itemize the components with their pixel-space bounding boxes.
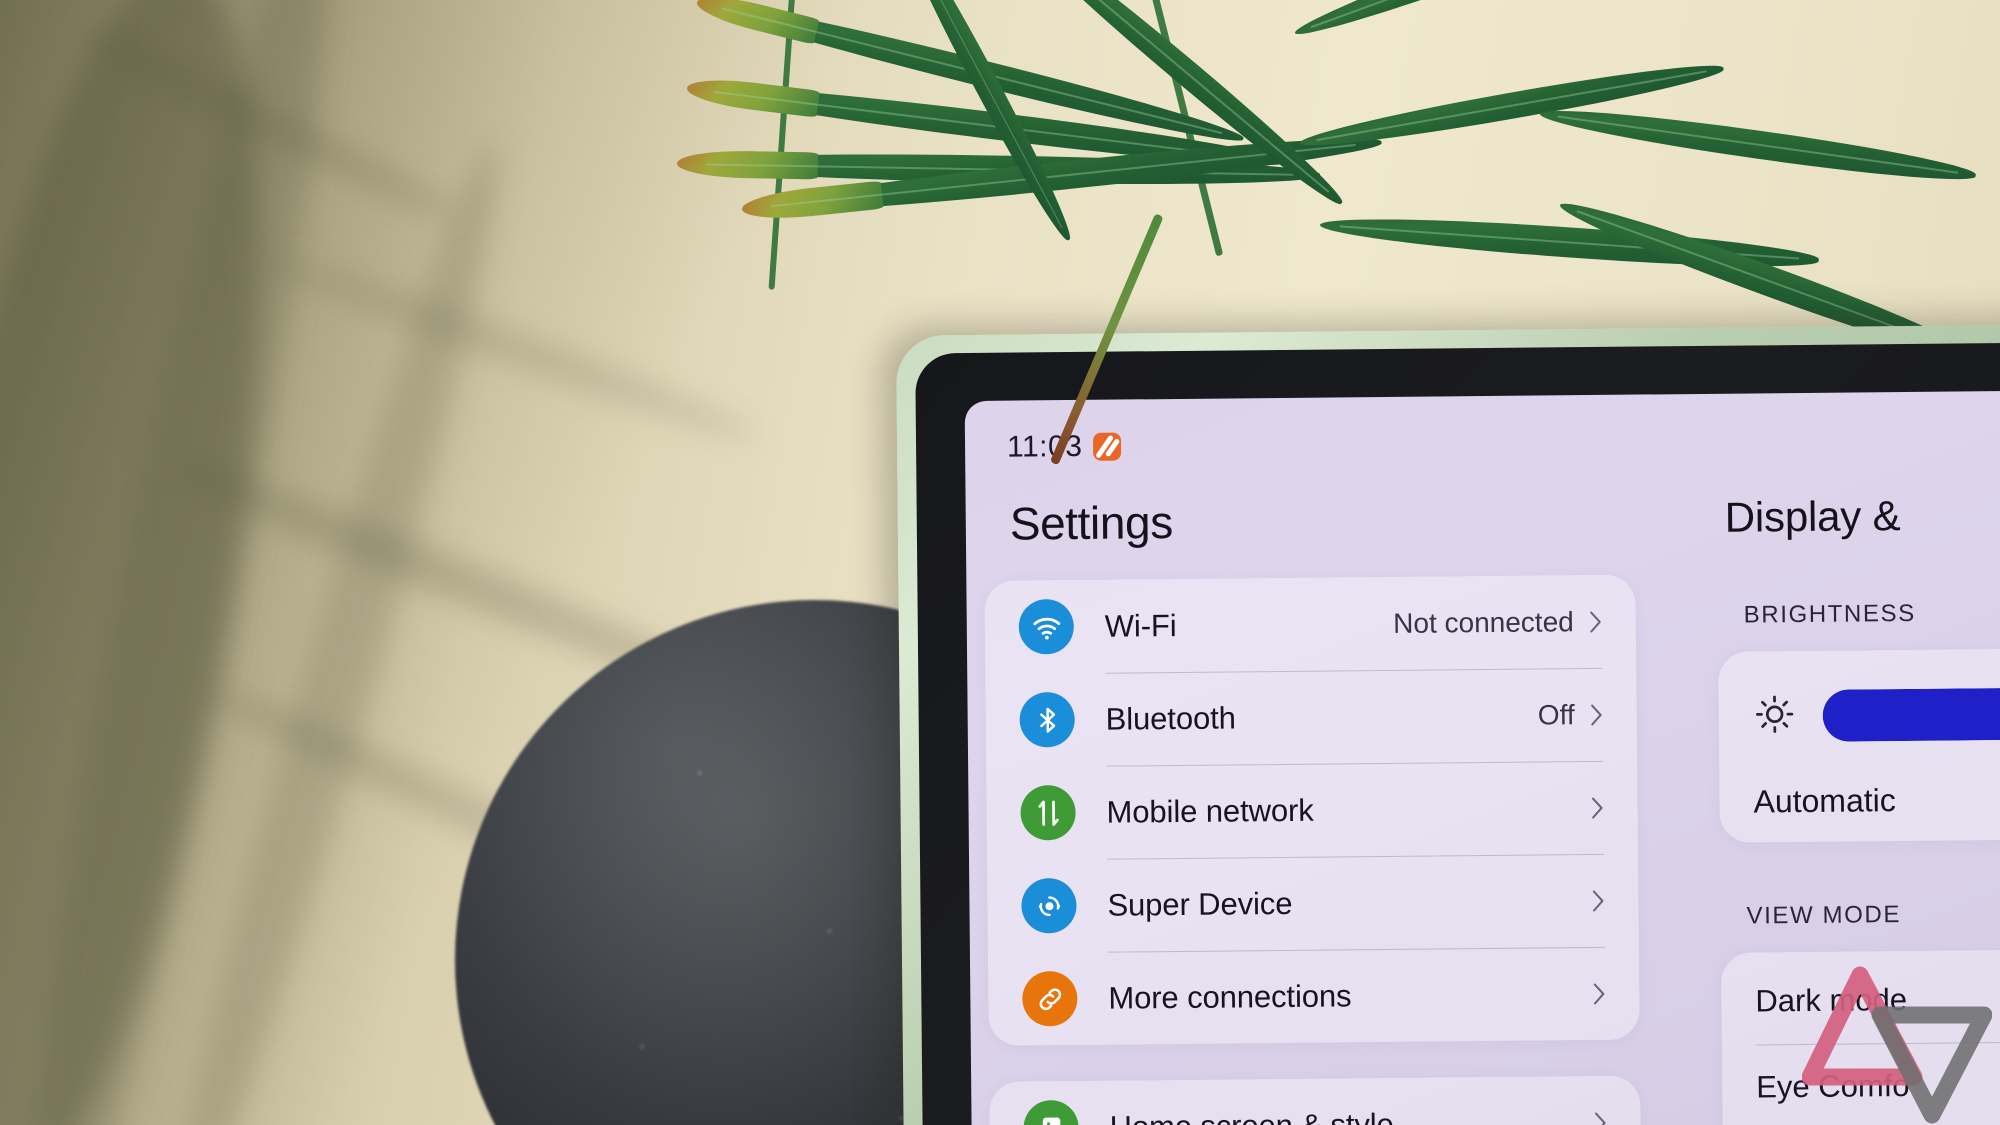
chevron-right-icon [1592,889,1604,912]
settings-row-value: Not connected [1393,605,1574,639]
brightness-slider-track[interactable] [1822,684,2000,742]
settings-right-pane: Display & BRIGHTNESS Automatic VIEW MODE… [1670,462,2000,1125]
mobile-network-icon [1020,784,1076,841]
view-mode-label: Eye Comfo [1756,1067,1910,1105]
settings-row-super-device[interactable]: Super Device [1021,854,1605,953]
settings-panes: Settings Wi-Fi Not connected Bluetooth O… [965,464,2000,1125]
brightness-slider-row[interactable] [1752,668,2000,760]
super-device-icon [1021,877,1077,934]
tablet-bezel: 11:03 Settings Wi-Fi Not connected Bluet… [915,342,2000,1125]
palm-leaf [1538,100,1978,190]
plant-stem [768,0,798,290]
page-title: Settings [1009,496,1174,550]
view-mode-row-eye-comfort[interactable]: Eye Comfo [1756,1039,2000,1125]
brightness-slider-fill [1822,685,2000,742]
settings-row-wifi[interactable]: Wi-Fi Not connected [1018,575,1602,674]
image-icon [1023,1099,1079,1125]
row-spacer [1351,994,1577,996]
settings-row-value: Off [1537,698,1575,731]
detail-page-title: Display & [1724,492,1901,541]
palm-leaf [1290,0,1695,46]
settings-row-label: More connections [1108,977,1352,1016]
row-spacer [1314,808,1576,811]
tablet-screen: 11:03 Settings Wi-Fi Not connected Bluet… [964,390,2000,1125]
settings-card-connections: Wi-Fi Not connected Bluetooth Off Mobile… [984,574,1640,1046]
chevron-right-icon [1591,703,1603,726]
sun-icon [1752,692,1796,741]
settings-row-label: Bluetooth [1105,699,1236,737]
settings-row-mobile-network[interactable]: Mobile network [1020,761,1604,860]
settings-row-label: Wi-Fi [1104,607,1177,644]
section-label-view-mode: VIEW MODE [1746,901,1902,930]
section-label-brightness: BRIGHTNESS [1743,599,1916,629]
view-mode-label: Dark mode [1755,982,1908,1019]
settings-row-label: Mobile network [1106,792,1314,830]
chevron-right-icon [1590,610,1602,633]
brightness-automatic-label[interactable]: Automatic [1753,778,2000,821]
settings-row-home-screen-style[interactable]: Home screen & style [1023,1076,1607,1125]
chevron-right-icon [1593,982,1605,1005]
row-spacer [1177,623,1394,625]
settings-left-pane: Settings Wi-Fi Not connected Bluetooth O… [965,468,1677,1125]
row-spacer [1394,1123,1579,1125]
settings-card-personalization: Home screen & style [989,1075,1642,1125]
link-icon [1022,970,1078,1027]
row-spacer [1292,901,1576,904]
row-spacer [1236,715,1538,718]
settings-row-label: Home screen & style [1109,1106,1393,1125]
bluetooth-icon [1019,691,1075,748]
settings-row-more-connections[interactable]: More connections [1022,947,1606,1046]
wifi-icon [1018,598,1075,655]
settings-row-bluetooth[interactable]: Bluetooth Off [1019,668,1603,767]
status-bar-clock: 11:03 [1006,429,1083,464]
chevron-right-icon [1591,796,1603,819]
settings-row-label: Super Device [1107,885,1293,923]
view-mode-card: Dark mode Eye Comfo eBook mo [1720,946,2000,1125]
chevron-right-icon [1594,1111,1606,1125]
brightness-card: Automatic [1718,645,2000,843]
orange-app-badge-icon [1093,432,1122,461]
view-mode-row-dark-mode[interactable]: Dark mode [1755,953,2000,1045]
